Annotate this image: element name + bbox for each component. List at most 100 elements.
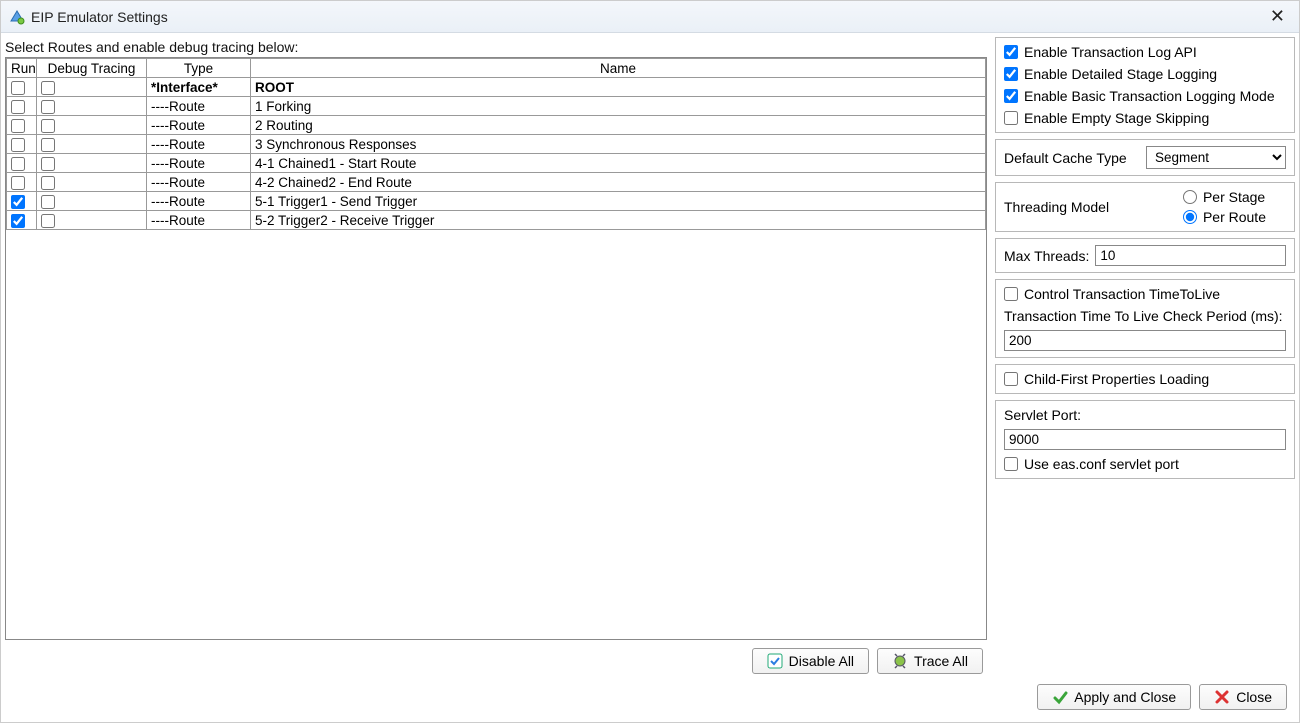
enable-empty-stage[interactable]: Enable Empty Stage Skipping <box>1004 110 1286 126</box>
child-first[interactable]: Child-First Properties Loading <box>1004 371 1286 387</box>
apply-and-close-button[interactable]: Apply and Close <box>1037 684 1191 710</box>
window-title: EIP Emulator Settings <box>31 9 1264 25</box>
enable-basic-txn-checkbox[interactable] <box>1004 89 1018 103</box>
table-row[interactable]: ----Route2 Routing <box>7 116 986 135</box>
trace-all-button[interactable]: Trace All <box>877 648 983 674</box>
instruction-label: Select Routes and enable debug tracing b… <box>5 37 987 57</box>
debug-checkbox[interactable] <box>41 176 55 190</box>
trace-all-icon <box>892 653 908 669</box>
maxthreads-input[interactable] <box>1095 245 1286 266</box>
ttl-panel: Control Transaction TimeToLive Transacti… <box>995 279 1295 358</box>
per-route-radio-row[interactable]: Per Route <box>1183 209 1266 225</box>
use-eas-conf[interactable]: Use eas.conf servlet port <box>1004 456 1286 472</box>
table-row[interactable]: ----Route5-1 Trigger1 - Send Trigger <box>7 192 986 211</box>
debug-checkbox[interactable] <box>41 157 55 171</box>
right-column: Enable Transaction Log API Enable Detail… <box>995 37 1295 678</box>
child-first-label: Child-First Properties Loading <box>1024 371 1209 387</box>
enable-detailed-stage-checkbox[interactable] <box>1004 67 1018 81</box>
name-cell: ROOT <box>251 78 986 97</box>
name-cell: 1 Forking <box>251 97 986 116</box>
use-eas-conf-label: Use eas.conf servlet port <box>1024 456 1179 472</box>
name-cell: 3 Synchronous Responses <box>251 135 986 154</box>
type-cell: ----Route <box>147 211 251 230</box>
table-row[interactable]: ----Route5-2 Trigger2 - Receive Trigger <box>7 211 986 230</box>
per-stage-label: Per Stage <box>1203 189 1265 205</box>
table-row[interactable]: *Interface*ROOT <box>7 78 986 97</box>
app-icon <box>9 9 25 25</box>
name-cell: 4-2 Chained2 - End Route <box>251 173 986 192</box>
table-row[interactable]: ----Route3 Synchronous Responses <box>7 135 986 154</box>
enable-txn-log-api-label: Enable Transaction Log API <box>1024 44 1197 60</box>
run-checkbox[interactable] <box>11 100 25 114</box>
type-cell: ----Route <box>147 173 251 192</box>
servlet-port-input[interactable] <box>1004 429 1286 450</box>
enable-txn-log-api[interactable]: Enable Transaction Log API <box>1004 44 1286 60</box>
table-row[interactable]: ----Route1 Forking <box>7 97 986 116</box>
col-run-header: Run <box>7 59 37 78</box>
enable-txn-log-api-checkbox[interactable] <box>1004 45 1018 59</box>
per-stage-radio-row[interactable]: Per Stage <box>1183 189 1266 205</box>
debug-checkbox[interactable] <box>41 138 55 152</box>
table-row[interactable]: ----Route4-1 Chained1 - Start Route <box>7 154 986 173</box>
per-route-label: Per Route <box>1203 209 1266 225</box>
col-type-header: Type <box>147 59 251 78</box>
content: Select Routes and enable debug tracing b… <box>1 33 1299 722</box>
run-checkbox[interactable] <box>11 157 25 171</box>
run-checkbox[interactable] <box>11 119 25 133</box>
close-icon[interactable]: ✕ <box>1264 4 1291 29</box>
type-cell: *Interface* <box>147 78 251 97</box>
run-checkbox[interactable] <box>11 176 25 190</box>
close-label: Close <box>1236 689 1272 705</box>
per-route-radio[interactable] <box>1183 210 1197 224</box>
table-row[interactable]: ----Route4-2 Chained2 - End Route <box>7 173 986 192</box>
maxthreads-label: Max Threads: <box>1004 248 1089 264</box>
close-button[interactable]: Close <box>1199 684 1287 710</box>
cache-type-select[interactable]: Segment <box>1146 146 1286 169</box>
run-checkbox[interactable] <box>11 195 25 209</box>
debug-checkbox[interactable] <box>41 100 55 114</box>
type-cell: ----Route <box>147 97 251 116</box>
name-cell: 2 Routing <box>251 116 986 135</box>
cache-label: Default Cache Type <box>1004 150 1127 166</box>
type-cell: ----Route <box>147 135 251 154</box>
routes-table-container: Run Debug Tracing Type Name *Interface*R… <box>5 57 987 640</box>
run-checkbox[interactable] <box>11 81 25 95</box>
childfirst-panel: Child-First Properties Loading <box>995 364 1295 394</box>
left-column: Select Routes and enable debug tracing b… <box>5 37 987 678</box>
servlet-port-label: Servlet Port: <box>1004 407 1286 423</box>
use-eas-conf-checkbox[interactable] <box>1004 457 1018 471</box>
debug-checkbox[interactable] <box>41 81 55 95</box>
debug-checkbox[interactable] <box>41 119 55 133</box>
debug-checkbox[interactable] <box>41 195 55 209</box>
control-ttl-label: Control Transaction TimeToLive <box>1024 286 1220 302</box>
type-cell: ----Route <box>147 154 251 173</box>
enable-detailed-stage[interactable]: Enable Detailed Stage Logging <box>1004 66 1286 82</box>
name-cell: 5-2 Trigger2 - Receive Trigger <box>251 211 986 230</box>
col-debug-header: Debug Tracing <box>37 59 147 78</box>
ttl-period-label: Transaction Time To Live Check Period (m… <box>1004 308 1286 324</box>
control-ttl[interactable]: Control Transaction TimeToLive <box>1004 286 1286 302</box>
child-first-checkbox[interactable] <box>1004 372 1018 386</box>
left-buttons-row: Disable All Trace All <box>5 640 987 678</box>
type-cell: ----Route <box>147 116 251 135</box>
enable-basic-txn-label: Enable Basic Transaction Logging Mode <box>1024 88 1275 104</box>
enable-empty-stage-checkbox[interactable] <box>1004 111 1018 125</box>
debug-checkbox[interactable] <box>41 214 55 228</box>
x-icon <box>1214 689 1230 705</box>
enable-basic-txn[interactable]: Enable Basic Transaction Logging Mode <box>1004 88 1286 104</box>
run-checkbox[interactable] <box>11 138 25 152</box>
maxthreads-panel: Max Threads: <box>995 238 1295 273</box>
name-cell: 5-1 Trigger1 - Send Trigger <box>251 192 986 211</box>
enable-detailed-stage-label: Enable Detailed Stage Logging <box>1024 66 1217 82</box>
disable-all-label: Disable All <box>789 653 854 669</box>
disable-all-button[interactable]: Disable All <box>752 648 869 674</box>
main-row: Select Routes and enable debug tracing b… <box>5 37 1295 678</box>
type-cell: ----Route <box>147 192 251 211</box>
per-stage-radio[interactable] <box>1183 190 1197 204</box>
control-ttl-checkbox[interactable] <box>1004 287 1018 301</box>
trace-all-label: Trace All <box>914 653 968 669</box>
bottom-buttons: Apply and Close Close <box>5 678 1295 718</box>
logging-panel: Enable Transaction Log API Enable Detail… <box>995 37 1295 133</box>
run-checkbox[interactable] <box>11 214 25 228</box>
ttl-period-input[interactable] <box>1004 330 1286 351</box>
